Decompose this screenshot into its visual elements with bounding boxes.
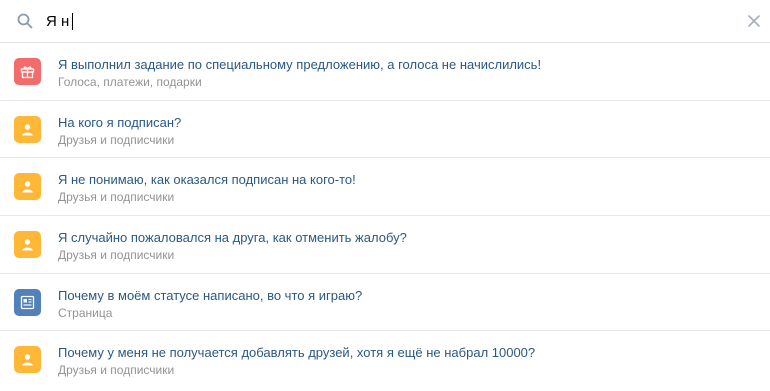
result-title[interactable]: Я выполнил задание по специальному предл… [58, 57, 541, 72]
result-category: Друзья и подписчики [58, 248, 175, 263]
list-item[interactable]: Почему в моём статусе написано, во что я… [0, 274, 770, 332]
list-item[interactable]: На кого я подписан? Друзья и подписчики [0, 101, 770, 159]
search-icon [17, 13, 33, 29]
result-category: Друзья и подписчики [58, 190, 175, 205]
list-item[interactable]: Я не понимаю, как оказался подписан на к… [0, 158, 770, 217]
list-item[interactable]: Я случайно пожаловался на друга, как отм… [0, 216, 770, 274]
search-bar [0, 0, 770, 43]
result-title[interactable]: Почему у меня не получается добавлять др… [58, 345, 535, 360]
user-icon [14, 173, 41, 201]
result-title[interactable]: Я не понимаю, как оказался подписан на к… [58, 172, 356, 187]
search-input[interactable] [46, 8, 726, 34]
result-category: Друзья и подписчики [58, 363, 175, 378]
list-item[interactable]: Я выполнил задание по специальному предл… [0, 43, 770, 101]
user-icon [14, 231, 41, 259]
result-title[interactable]: На кого я подписан? [58, 115, 181, 130]
result-category: Друзья и подписчики [58, 132, 175, 147]
result-title[interactable]: Почему в моём статусе написано, во что я… [58, 288, 362, 303]
user-icon [14, 346, 41, 374]
result-category: Страница [58, 305, 113, 320]
list-item[interactable]: Почему у меня не получается добавлять др… [0, 331, 770, 389]
page-icon [14, 288, 41, 316]
result-title[interactable]: Я случайно пожаловался на друга, как отм… [58, 230, 407, 245]
user-icon [14, 115, 41, 143]
close-icon[interactable] [747, 14, 761, 28]
result-category: Голоса, платежи, подарки [58, 75, 202, 89]
text-caret [72, 13, 73, 30]
gift-icon [14, 58, 41, 85]
search-results-list: Я выполнил задание по специальному предл… [0, 43, 770, 389]
